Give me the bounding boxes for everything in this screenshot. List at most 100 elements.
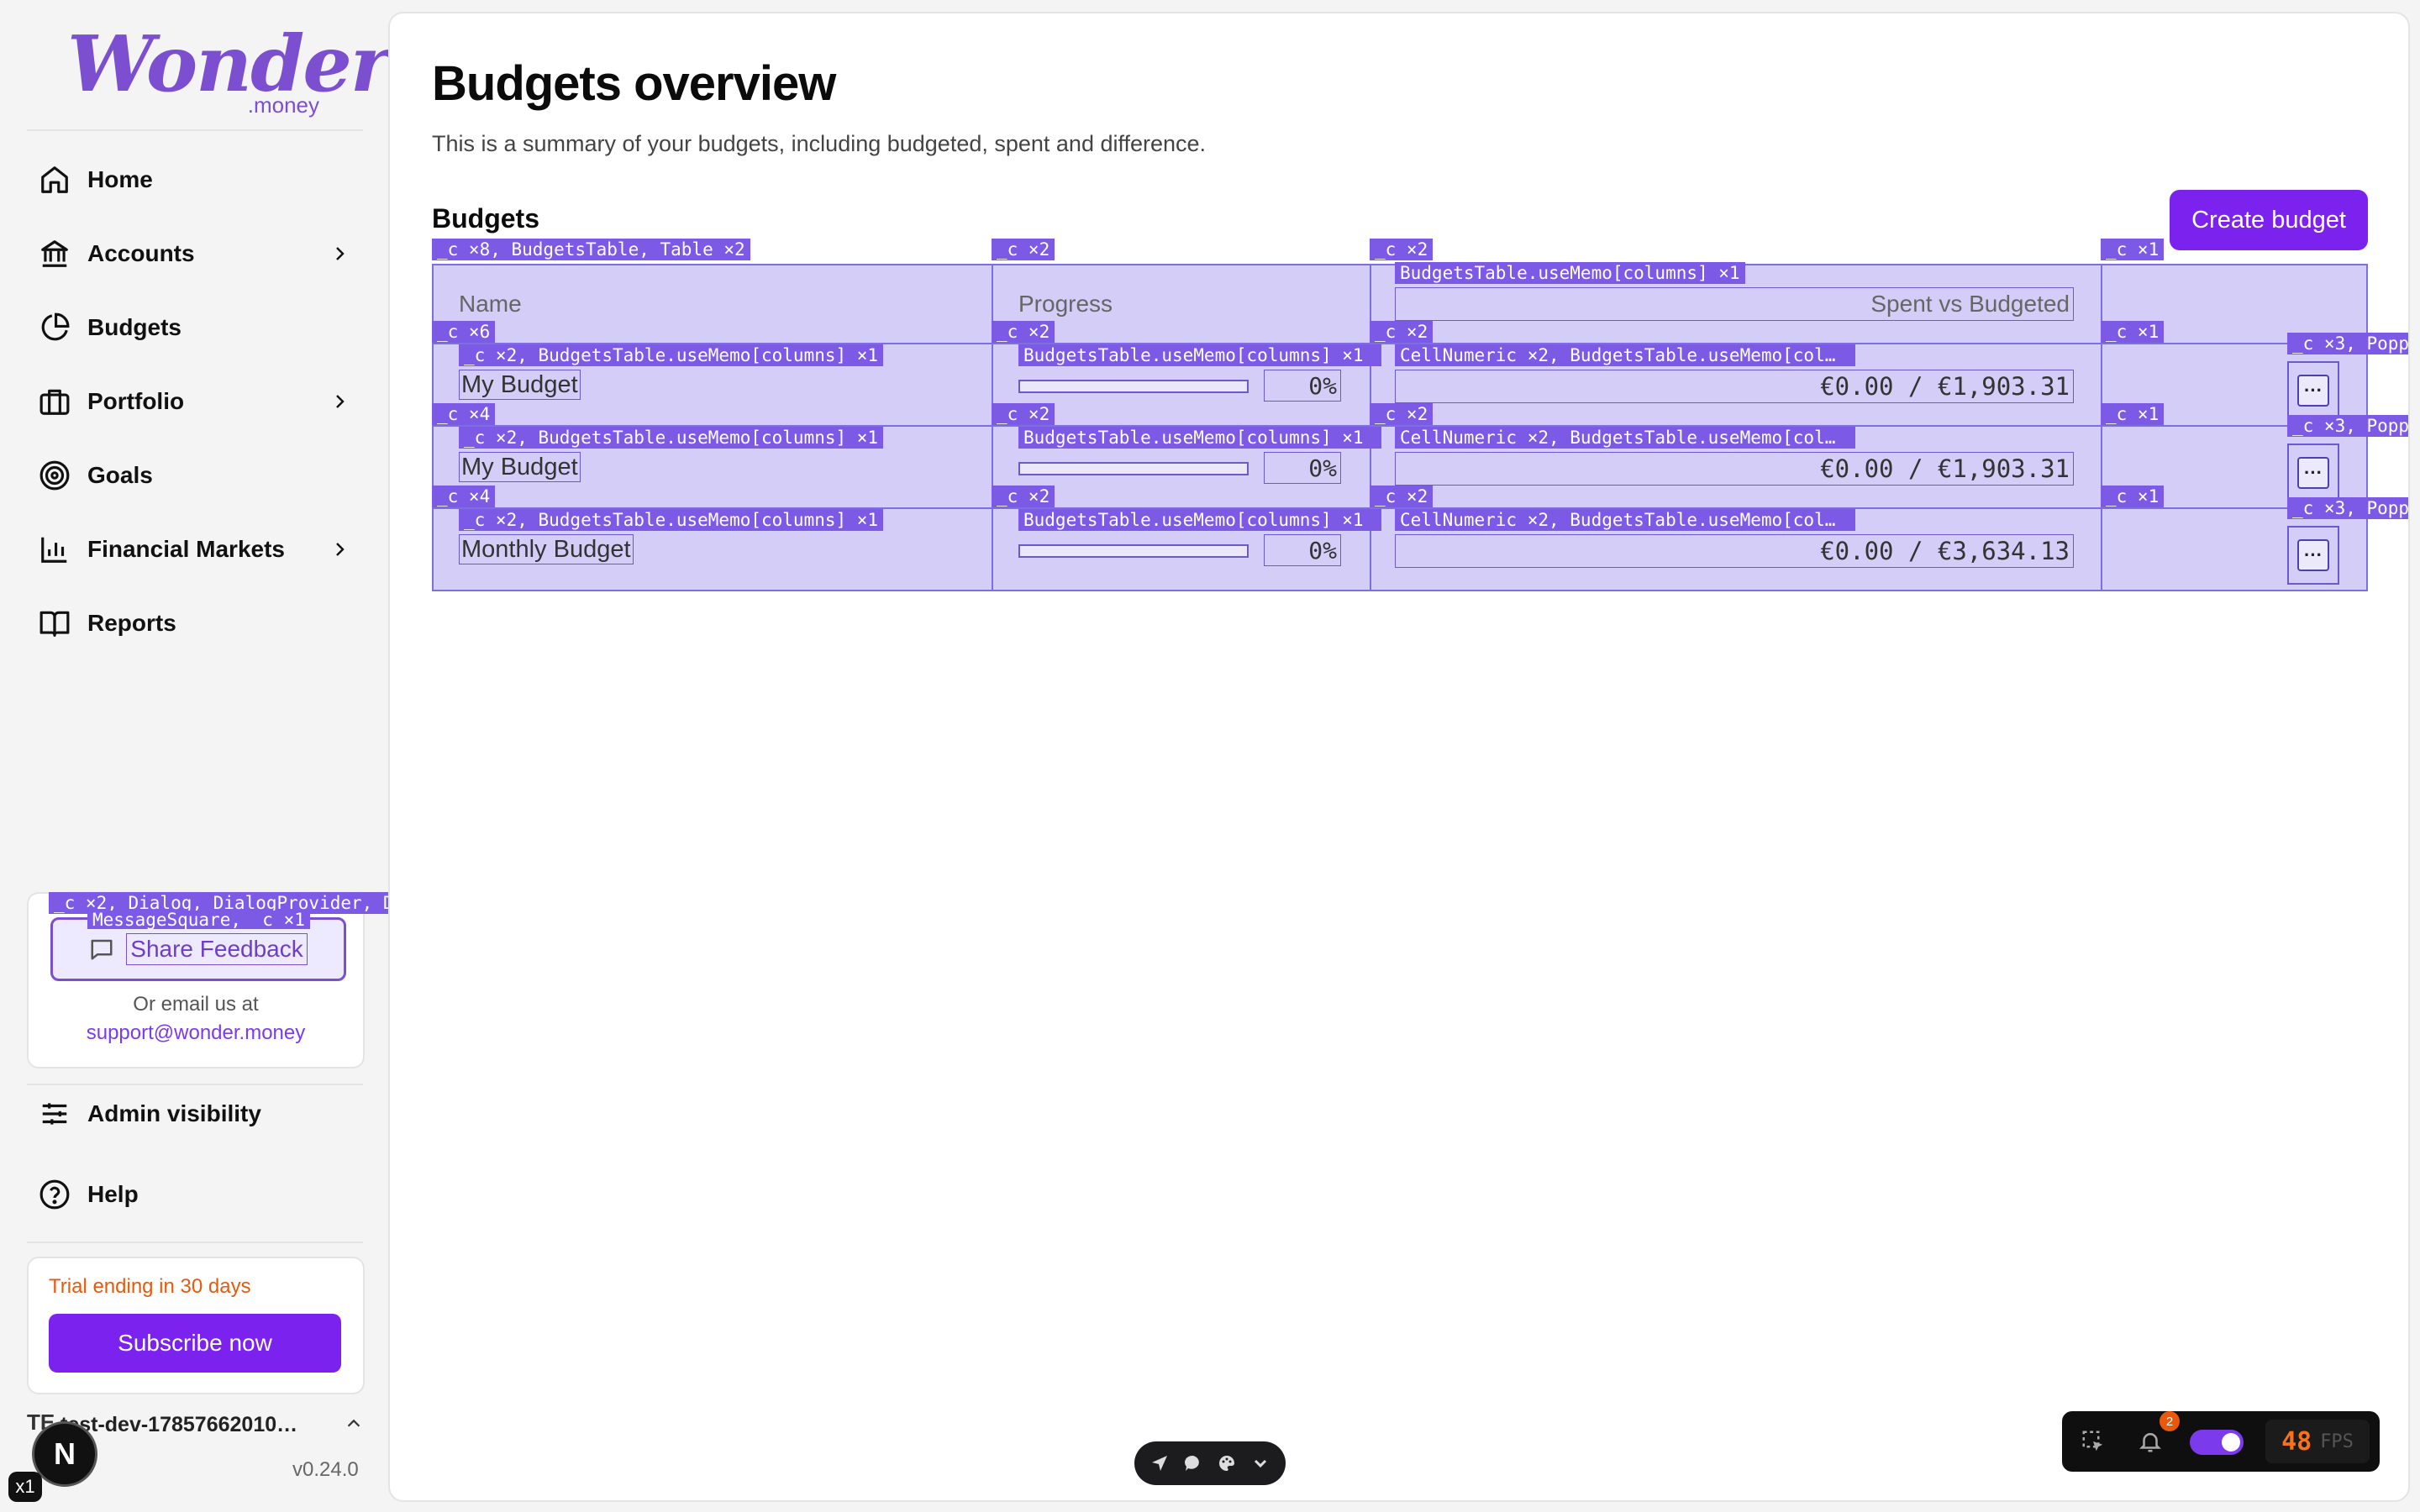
sidebar-item-budgets[interactable]: Budgets bbox=[39, 301, 350, 354]
debug-label: _c ×8, BudgetsTable, Table ×2 bbox=[432, 239, 750, 260]
budget-name[interactable]: My Budget bbox=[459, 452, 581, 482]
fps-label: FPS bbox=[2320, 1431, 2354, 1452]
budget-spent-vs-budgeted: €0.00 / €1,903.31 bbox=[1395, 452, 2074, 486]
sidebar-item-label: Reports bbox=[87, 610, 176, 636]
debug-label: _c ×4 bbox=[432, 486, 496, 507]
dev-scale-badge: x1 bbox=[8, 1472, 42, 1502]
sidebar-item-label: Financial Markets bbox=[87, 536, 285, 562]
message-square-icon bbox=[91, 939, 113, 960]
chevron-up-icon bbox=[347, 1419, 360, 1427]
nextjs-dev-indicator[interactable]: N bbox=[32, 1421, 97, 1487]
bar-chart-icon bbox=[41, 537, 67, 563]
sidebar-item-label: Budgets bbox=[87, 314, 182, 340]
budget-progress-percent: 0% bbox=[1264, 534, 1341, 566]
sidebar-divider bbox=[27, 1242, 363, 1243]
sidebar-item-help[interactable]: Help bbox=[39, 1168, 350, 1221]
debug-label: CellNumeric ×2, BudgetsTable.useMemo[col… bbox=[1395, 509, 1855, 531]
column-header-progress[interactable]: Progress bbox=[1018, 291, 1113, 318]
sidebar-item-goals[interactable]: Goals bbox=[39, 449, 350, 502]
column-header-name[interactable]: Name bbox=[459, 291, 522, 318]
budget-progress-bar bbox=[1018, 380, 1249, 393]
debug-label: _c ×6 bbox=[432, 321, 496, 343]
react-scan-toolbar: 2 48 FPS bbox=[2062, 1411, 2380, 1472]
sidebar-divider bbox=[27, 129, 363, 131]
chevron-down-icon[interactable] bbox=[1250, 1453, 1270, 1473]
budget-progress-percent: 0% bbox=[1264, 370, 1341, 402]
debug-label: _c ×2 bbox=[992, 403, 1055, 425]
debug-label: _c ×2 bbox=[992, 486, 1055, 507]
budget-name[interactable]: My Budget bbox=[459, 370, 581, 400]
page-description: This is a summary of your budgets, inclu… bbox=[432, 131, 1207, 156]
row-actions-button[interactable]: ··· bbox=[2287, 361, 2339, 420]
dev-floating-toolbar bbox=[1134, 1441, 1286, 1485]
sidebar-item-accounts[interactable]: Accounts bbox=[39, 227, 350, 281]
sidebar-item-label: Admin visibility bbox=[87, 1100, 261, 1126]
debug-label: CellNumeric ×2, BudgetsTable.useMemo[col… bbox=[1395, 427, 1855, 449]
chevron-right-icon bbox=[336, 543, 345, 556]
pie-chart-icon bbox=[41, 312, 70, 341]
target-icon bbox=[39, 460, 70, 491]
sidebar-item-reports[interactable]: Reports bbox=[39, 596, 350, 650]
support-email-link[interactable]: support@wonder.money bbox=[29, 1021, 363, 1045]
subscribe-button[interactable]: Subscribe now bbox=[49, 1314, 341, 1373]
budget-progress-percent: 0% bbox=[1264, 452, 1341, 484]
debug-label: _c ×2 bbox=[1370, 403, 1434, 425]
create-budget-button[interactable]: Create budget bbox=[2170, 190, 2368, 250]
debug-label: MessageSquare, _c ×1 bbox=[87, 911, 310, 929]
select-element-icon[interactable] bbox=[2081, 1429, 2106, 1454]
sidebar-item-portfolio[interactable]: Portfolio bbox=[39, 375, 350, 428]
sliders-icon bbox=[42, 1103, 67, 1125]
more-horizontal-icon: ··· bbox=[2297, 375, 2329, 407]
column-header-spent-vs-budgeted[interactable]: Spent vs Budgeted bbox=[1395, 287, 2074, 321]
debug-label: _c ×2 bbox=[1370, 239, 1434, 260]
workspace-name: test-dev-17857662010… bbox=[60, 1412, 298, 1436]
sidebar-item-admin-visibility[interactable]: Admin visibility bbox=[39, 1087, 350, 1141]
sidebar-item-financial-markets[interactable]: Financial Markets bbox=[39, 522, 350, 576]
row-actions-button[interactable]: ··· bbox=[2287, 444, 2339, 502]
budget-name[interactable]: Monthly Budget bbox=[459, 534, 634, 564]
sidebar-item-label: Help bbox=[87, 1181, 139, 1207]
sidebar-item-label: Accounts bbox=[87, 240, 195, 266]
app-version: v0.24.0 bbox=[292, 1458, 359, 1481]
sidebar-item-label: Goals bbox=[87, 462, 153, 488]
more-horizontal-icon: ··· bbox=[2297, 539, 2329, 571]
trial-card: Trial ending in 30 days Subscribe now bbox=[27, 1257, 365, 1394]
help-circle-icon bbox=[39, 1179, 70, 1210]
share-feedback-label: Share Feedback bbox=[126, 933, 308, 965]
debug-label: _c ×3, Popper bbox=[2287, 415, 2408, 437]
debug-label: CellNumeric ×2, BudgetsTable.useMemo[col… bbox=[1395, 344, 1855, 366]
sidebar-item-label: Portfolio bbox=[87, 388, 185, 414]
logo[interactable]: Wonder .money bbox=[67, 22, 391, 121]
send-icon[interactable] bbox=[1150, 1453, 1170, 1473]
sidebar-item-label: Home bbox=[87, 166, 153, 192]
debug-label: _c ×2 bbox=[1370, 486, 1434, 507]
debug-label: BudgetsTable.useMemo[columns] ×1 bbox=[1018, 344, 1381, 366]
debug-label: _c ×2 bbox=[1370, 321, 1434, 343]
message-circle-icon[interactable] bbox=[1183, 1453, 1203, 1473]
budget-spent-vs-budgeted: €0.00 / €3,634.13 bbox=[1395, 534, 2074, 568]
trial-notice: Trial ending in 30 days bbox=[49, 1275, 251, 1298]
debug-label: BudgetsTable.useMemo[columns] ×1 bbox=[1018, 427, 1381, 449]
budget-spent-vs-budgeted: €0.00 / €1,903.31 bbox=[1395, 370, 2074, 403]
debug-label: _c ×1 bbox=[2101, 486, 2165, 507]
briefcase-icon bbox=[39, 389, 70, 415]
scan-toggle[interactable] bbox=[2190, 1430, 2244, 1455]
main-panel: Budgets overview This is a summary of yo… bbox=[388, 12, 2410, 1502]
debug-label: _c ×2, BudgetsTable.useMemo[columns] ×1 bbox=[459, 509, 884, 531]
debug-label: BudgetsTable.useMemo[columns] ×1 bbox=[1395, 262, 1745, 284]
chevron-right-icon bbox=[336, 395, 345, 408]
bell-icon[interactable] bbox=[2138, 1429, 2163, 1454]
toggle-knob bbox=[2222, 1433, 2240, 1452]
debug-label: _c ×1 bbox=[2101, 239, 2165, 260]
notification-count-badge: 2 bbox=[2160, 1411, 2180, 1431]
debug-label: _c ×1 bbox=[2101, 403, 2165, 425]
sidebar-item-home[interactable]: Home bbox=[39, 153, 350, 207]
column-divider bbox=[992, 264, 993, 591]
row-actions-button[interactable]: ··· bbox=[2287, 526, 2339, 585]
palette-icon[interactable] bbox=[1217, 1453, 1237, 1473]
more-horizontal-icon: ··· bbox=[2297, 457, 2329, 489]
sidebar-divider bbox=[27, 1084, 363, 1085]
fps-meter: 48 FPS bbox=[2265, 1420, 2370, 1463]
debug-label: _c ×2 bbox=[992, 321, 1055, 343]
logo-sub: .money bbox=[247, 92, 319, 118]
